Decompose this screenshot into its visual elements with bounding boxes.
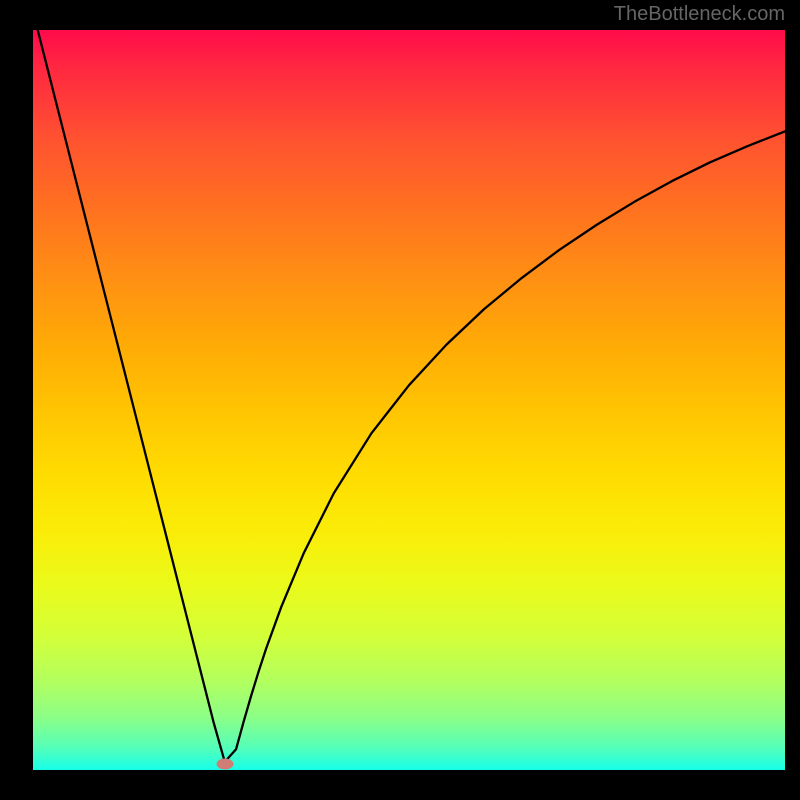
bottleneck-curve [33,30,785,770]
chart-plot-area [33,30,785,770]
minimum-marker [216,759,233,770]
watermark-text: TheBottleneck.com [614,3,785,26]
